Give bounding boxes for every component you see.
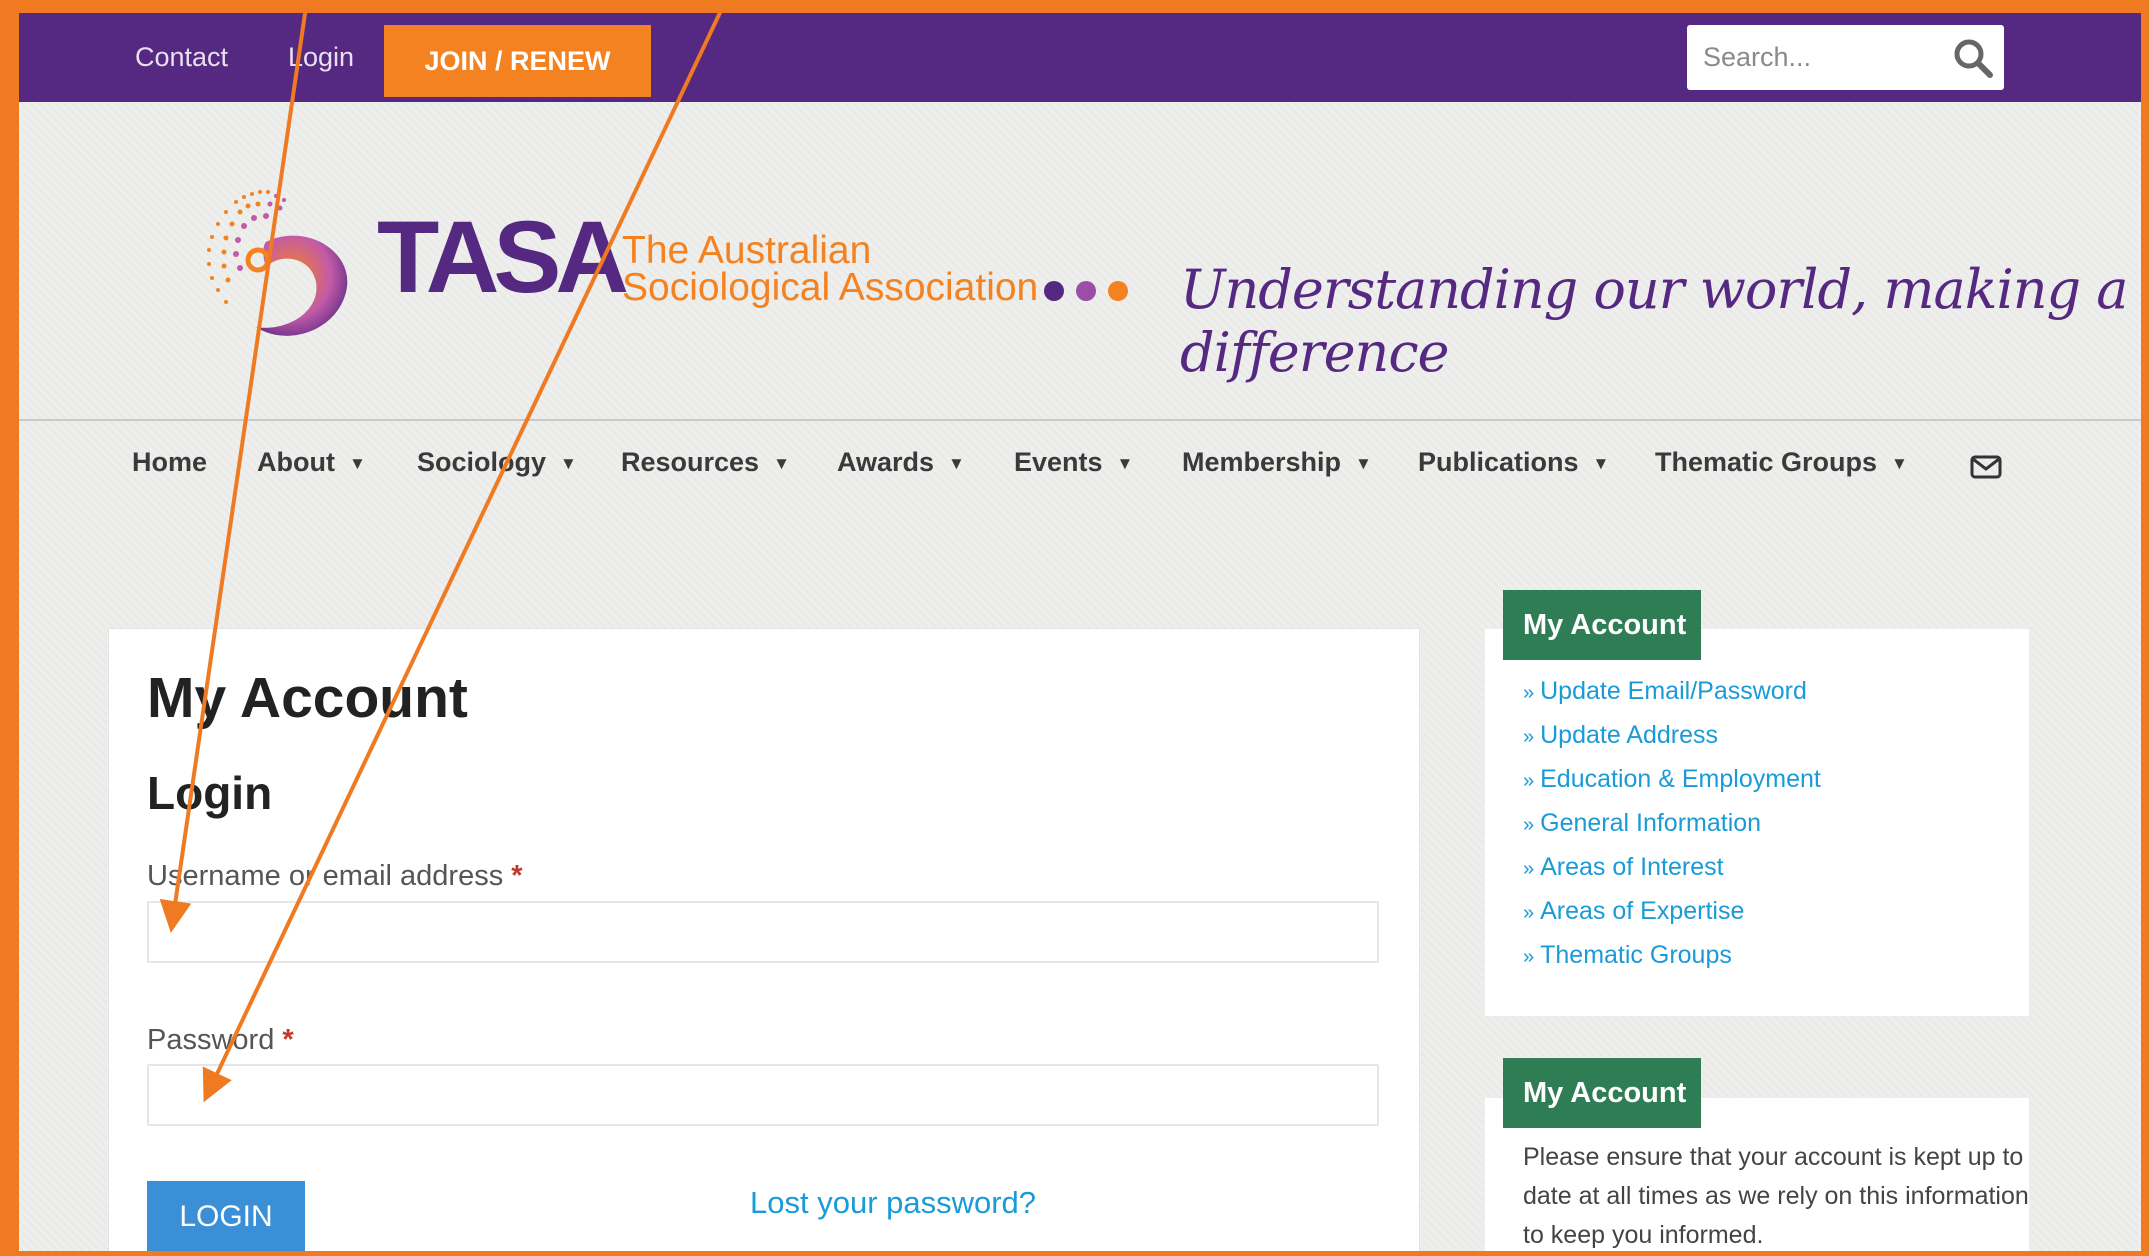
caret-down-icon: ▼ <box>1592 453 1610 473</box>
caret-down-icon: ▼ <box>560 453 577 473</box>
sidebar-link-update-email-password[interactable]: » Update Email/Password <box>1523 677 1807 706</box>
sidebar-link-label: Areas of Expertise <box>1540 897 1745 925</box>
link-prefix: » <box>1523 682 1535 704</box>
caret-down-icon: ▼ <box>1116 453 1134 473</box>
caret-down-icon: ▼ <box>948 453 965 473</box>
association-name: The Australian Sociological Association <box>622 229 1039 309</box>
link-prefix: » <box>1523 770 1535 792</box>
sidebar-link-label: Areas of Interest <box>1540 853 1724 881</box>
link-prefix: » <box>1523 814 1535 836</box>
search-box <box>1687 25 2004 90</box>
nav-item-events[interactable]: Events ▼ <box>1014 440 1133 486</box>
login-heading: Login <box>147 767 273 819</box>
sidebar-link-label: Thematic Groups <box>1540 941 1732 969</box>
nav-item-thematic-groups[interactable]: Thematic Groups ▼ <box>1655 440 1908 486</box>
login-button[interactable]: LOGIN <box>147 1181 305 1253</box>
link-prefix: » <box>1523 946 1535 968</box>
link-prefix: » <box>1523 858 1535 880</box>
username-label-text: Username or email address <box>147 860 504 892</box>
association-line-2: Sociological Association <box>622 266 1039 309</box>
tagline: Understanding our world, making a differ… <box>1180 258 2128 384</box>
nav-item-home[interactable]: Home <box>132 440 207 484</box>
account-info-text: Please ensure that your account is kept … <box>1523 1143 2029 1249</box>
nav-item-label: Resources <box>621 447 760 477</box>
search-input[interactable] <box>1687 25 1947 90</box>
brand-name: TASA <box>377 200 629 314</box>
sidebar-link-education-employment[interactable]: » Education & Employment <box>1523 765 1821 794</box>
sidebar-link-areas-of-expertise[interactable]: » Areas of Expertise <box>1523 897 1744 926</box>
association-line-1: The Australian <box>622 229 872 272</box>
nav-item-label: Publications <box>1418 447 1579 477</box>
sidebar-link-label: Update Email/Password <box>1540 677 1807 705</box>
caret-down-icon: ▼ <box>348 453 366 473</box>
sidebar-link-areas-of-interest[interactable]: » Areas of Interest <box>1523 853 1724 882</box>
password-label-text: Password <box>147 1024 275 1056</box>
contact-link[interactable]: Contact <box>135 13 228 102</box>
nav-item-label: Events <box>1014 447 1103 477</box>
tasa-logo-icon[interactable] <box>196 182 356 347</box>
nav-item-label: Sociology <box>417 447 547 477</box>
magenta-dot-icon <box>1076 281 1096 301</box>
decorative-dots <box>1044 281 1140 306</box>
nav-item-label: Awards <box>837 447 935 477</box>
page-title: My Account <box>147 666 468 730</box>
nav-item-sociology[interactable]: Sociology ▼ <box>417 440 577 486</box>
nav-item-about[interactable]: About ▼ <box>257 440 366 486</box>
nav-item-label: About <box>257 447 335 477</box>
sidebar-link-update-address[interactable]: » Update Address <box>1523 721 1718 750</box>
mail-icon[interactable] <box>1970 455 2002 479</box>
purple-dot-icon <box>1044 281 1064 301</box>
nav-item-label: Thematic Groups <box>1655 447 1878 477</box>
caret-down-icon: ▼ <box>773 453 790 473</box>
join-renew-button[interactable]: JOIN / RENEW <box>384 25 651 97</box>
link-prefix: » <box>1523 902 1535 924</box>
nav-item-label: Home <box>132 447 208 477</box>
sidebar-link-label: Education & Employment <box>1540 765 1821 793</box>
annotation-frame-top <box>0 0 2149 13</box>
lost-password-link[interactable]: Lost your password? <box>750 1185 1036 1221</box>
nav-item-membership[interactable]: Membership ▼ <box>1182 440 1372 486</box>
nav-item-resources[interactable]: Resources ▼ <box>621 440 790 486</box>
top-bar: Contact Login JOIN / RENEW <box>19 13 2149 102</box>
caret-down-icon: ▼ <box>1891 453 1908 473</box>
required-mark: * <box>282 1024 294 1056</box>
sidebar-heading-account-info: My Account <box>1503 1058 1701 1128</box>
sidebar-heading-account-links: My Account <box>1503 590 1701 660</box>
orange-dot-icon <box>1108 281 1128 301</box>
sidebar-link-label: Update Address <box>1540 721 1719 749</box>
search-icon[interactable] <box>1952 37 1994 79</box>
link-prefix: » <box>1523 726 1535 748</box>
username-field[interactable] <box>147 901 1379 963</box>
sidebar-link-label: General Information <box>1540 809 1762 837</box>
caret-down-icon: ▼ <box>1355 453 1372 473</box>
nav-item-awards[interactable]: Awards ▼ <box>837 440 965 486</box>
nav-item-publications[interactable]: Publications ▼ <box>1418 440 1609 486</box>
required-mark: * <box>511 860 523 892</box>
header-divider <box>19 419 2149 421</box>
nav-item-label: Membership <box>1182 447 1342 477</box>
login-link[interactable]: Login <box>288 13 354 102</box>
sidebar-link-thematic-groups[interactable]: » Thematic Groups <box>1523 941 1732 970</box>
username-label: Username or email address * <box>147 860 523 893</box>
password-field[interactable] <box>147 1064 1379 1126</box>
sidebar-link-general-information[interactable]: » General Information <box>1523 809 1761 838</box>
password-label: Password * <box>147 1024 294 1057</box>
